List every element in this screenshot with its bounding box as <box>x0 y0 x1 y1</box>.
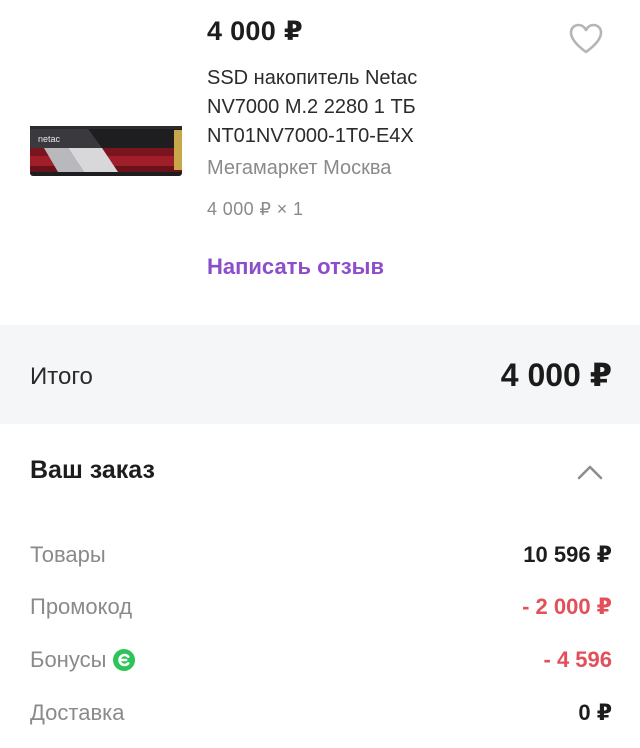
delivery-row: Доставка 0 ₽ <box>0 694 640 734</box>
goods-value: 10 596 ₽ <box>523 542 612 567</box>
order-details: Ваш заказ Товары 10 596 ₽ Промокод - 2 0… <box>0 424 640 748</box>
bonuses-row: Бонусы - 4 596 <box>0 641 640 681</box>
promo-row: Промокод - 2 000 ₽ <box>0 588 640 628</box>
delivery-value: 0 ₽ <box>578 700 612 725</box>
total-summary: Итого 4 000 ₽ <box>0 325 640 424</box>
bonus-icon <box>113 649 136 671</box>
promo-label: Промокод <box>30 594 133 619</box>
seller-name: Мегамаркет Москва <box>207 157 392 179</box>
goods-row: Товары 10 596 ₽ <box>0 536 640 576</box>
price-quantity: 4 000 ₽ × 1 <box>207 199 304 219</box>
chevron-up-icon[interactable] <box>572 460 608 484</box>
bonuses-label-wrap: Бонусы <box>30 647 136 673</box>
total-value: 4 000 ₽ <box>500 357 612 393</box>
goods-label: Товары <box>30 542 106 567</box>
delivery-label: Доставка <box>30 700 125 725</box>
product-thumbnail[interactable]: netac <box>28 118 184 184</box>
total-label: Итого <box>30 363 93 390</box>
promo-value: - 2 000 ₽ <box>522 594 612 619</box>
bonuses-label: Бонусы <box>30 647 107 672</box>
order-item-card: netac 4 000 ₽ SSD накопитель Netac NV700… <box>0 0 640 325</box>
product-title[interactable]: SSD накопитель Netac NV7000 M.2 2280 1 Т… <box>207 64 467 151</box>
netac-logo: netac <box>38 134 61 144</box>
product-price: 4 000 ₽ <box>207 16 303 46</box>
write-review-link[interactable]: Написать отзыв <box>207 254 384 280</box>
bonuses-value: - 4 596 <box>543 647 613 672</box>
order-section-title: Ваш заказ <box>30 456 155 484</box>
heart-outline-icon[interactable] <box>567 21 605 57</box>
